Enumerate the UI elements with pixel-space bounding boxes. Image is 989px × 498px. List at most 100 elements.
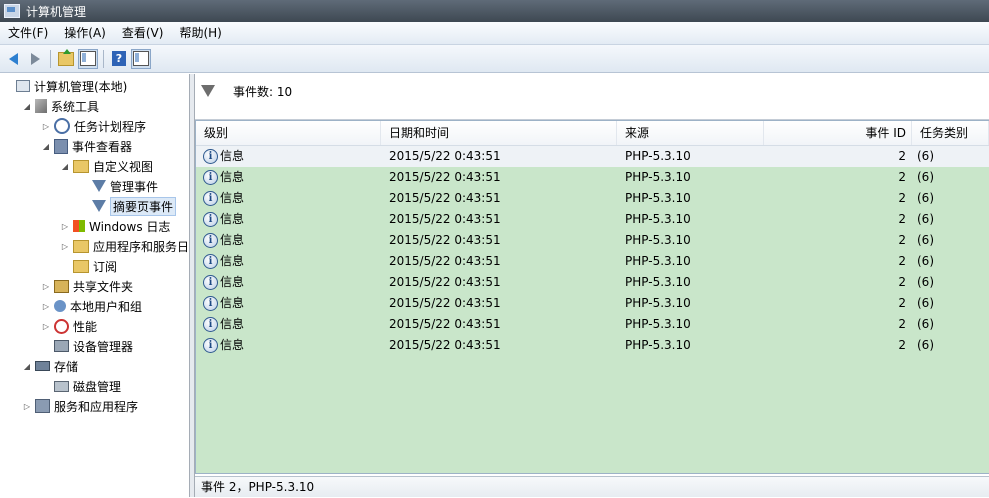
- column-header-level[interactable]: 级别: [196, 121, 381, 145]
- tree-expander-icon[interactable]: ▷: [42, 122, 50, 131]
- cell-event-id: 2: [898, 338, 906, 352]
- table-row[interactable]: i 信息 2015/5/22 0:43:51 PHP-5.3.10 2 (6): [196, 230, 989, 251]
- info-icon: i: [203, 191, 218, 206]
- back-button[interactable]: [3, 49, 23, 69]
- tree-item[interactable]: ◢ 系统工具: [23, 96, 99, 116]
- cell-event-id: 2: [898, 149, 906, 163]
- cell-level: 信息: [220, 338, 245, 352]
- tree-item[interactable]: 设备管理器: [42, 336, 133, 356]
- tree-expander-icon[interactable]: ◢: [23, 362, 31, 371]
- tree-item[interactable]: ▷ 本地用户和组: [42, 296, 142, 316]
- help-button[interactable]: ?: [109, 49, 129, 69]
- tree-item[interactable]: ▷ 服务和应用程序: [23, 396, 138, 416]
- console-tree-icon: [80, 51, 96, 66]
- table-row[interactable]: i 信息 2015/5/22 0:43:51 PHP-5.3.10 2 (6): [196, 335, 989, 356]
- cell-datetime: 2015/5/22 0:43:51: [389, 170, 501, 184]
- cell-source: PHP-5.3.10: [625, 233, 691, 247]
- up-level-button[interactable]: [56, 48, 76, 69]
- cell-datetime: 2015/5/22 0:43:51: [389, 254, 501, 268]
- cell-source: PHP-5.3.10: [625, 254, 691, 268]
- tree-expander-icon[interactable]: ▷: [61, 222, 69, 231]
- tree-item[interactable]: ◢ 自定义视图: [61, 156, 153, 176]
- tree-item[interactable]: ▷ 任务计划程序: [42, 116, 146, 136]
- tree-item[interactable]: 订阅: [61, 256, 117, 276]
- cell-task-category: (6): [917, 317, 934, 331]
- table-row[interactable]: i 信息 2015/5/22 0:43:51 PHP-5.3.10 2 (6): [196, 188, 989, 209]
- cell-datetime: 2015/5/22 0:43:51: [389, 275, 501, 289]
- table-row[interactable]: i 信息 2015/5/22 0:43:51 PHP-5.3.10 2 (6): [196, 314, 989, 335]
- info-icon: i: [203, 170, 218, 185]
- action-pane-icon: [133, 51, 149, 66]
- cell-event-id: 2: [898, 233, 906, 247]
- tree-expander-icon[interactable]: ▷: [61, 242, 69, 251]
- cell-level: 信息: [220, 149, 245, 163]
- tree-expander-icon[interactable]: ▷: [42, 302, 50, 311]
- shared-folder-icon: [54, 279, 69, 293]
- menu-help[interactable]: 帮助(H): [171, 22, 229, 44]
- cell-task-category: (6): [917, 296, 934, 310]
- cell-level: 信息: [220, 296, 245, 310]
- tree-item-label: 计算机管理(本地): [34, 79, 128, 94]
- cell-event-id: 2: [898, 296, 906, 310]
- menu-action[interactable]: 操作(A): [56, 22, 114, 44]
- tree-expander-icon[interactable]: ◢: [23, 102, 31, 111]
- cell-event-id: 2: [898, 212, 906, 226]
- cell-task-category: (6): [917, 275, 934, 289]
- tree-item[interactable]: ▷ 性能: [42, 316, 97, 336]
- info-icon: i: [203, 254, 218, 269]
- cell-datetime: 2015/5/22 0:43:51: [389, 296, 501, 310]
- help-icon: ?: [112, 51, 126, 66]
- tree-item[interactable]: ▷ 应用程序和服务日志: [61, 236, 189, 256]
- event-viewer-icon: [54, 138, 68, 154]
- column-header-datetime[interactable]: 日期和时间: [381, 121, 617, 145]
- performance-icon: [54, 318, 69, 334]
- filter-icon: [92, 200, 106, 212]
- tree-item-label: 自定义视图: [93, 159, 154, 174]
- folder-icon: [73, 259, 89, 273]
- table-row[interactable]: i 信息 2015/5/22 0:43:51 PHP-5.3.10 2 (6): [196, 167, 989, 188]
- tree-item[interactable]: ◢ 事件查看器: [42, 136, 132, 156]
- table-row[interactable]: i 信息 2015/5/22 0:43:51 PHP-5.3.10 2 (6): [196, 293, 989, 314]
- folder-icon: [73, 239, 89, 253]
- tree-expander-icon[interactable]: ◢: [61, 162, 69, 171]
- filter-icon: [201, 85, 215, 97]
- table-row[interactable]: i 信息 2015/5/22 0:43:51 PHP-5.3.10 2 (6): [196, 146, 989, 167]
- forward-arrow-icon: [30, 52, 40, 65]
- tree-item[interactable]: 计算机管理(本地): [4, 76, 127, 96]
- column-header-task-category[interactable]: 任务类别: [912, 121, 989, 145]
- summary-bar: 事件数: 10: [195, 74, 989, 120]
- table-row[interactable]: i 信息 2015/5/22 0:43:51 PHP-5.3.10 2 (6): [196, 209, 989, 230]
- tree-item-label: 系统工具: [51, 99, 100, 114]
- tree-item-label: 管理事件: [110, 179, 159, 194]
- tree-item[interactable]: ▷ 共享文件夹: [42, 276, 133, 296]
- menu-bar: 文件(F) 操作(A) 查看(V) 帮助(H): [0, 22, 989, 45]
- menu-view[interactable]: 查看(V): [114, 22, 172, 44]
- device-manager-icon: [54, 340, 69, 352]
- show-hide-console-tree-button[interactable]: [78, 48, 98, 69]
- show-hide-action-pane-button[interactable]: [131, 48, 151, 69]
- tree-expander-icon[interactable]: ◢: [42, 142, 50, 151]
- tree-item-label: Windows 日志: [89, 219, 171, 234]
- column-header-source[interactable]: 来源: [617, 121, 764, 145]
- tree-item[interactable]: 磁盘管理: [42, 376, 121, 396]
- tree-item[interactable]: ▷ Windows 日志: [61, 216, 170, 236]
- menu-file[interactable]: 文件(F): [0, 22, 56, 44]
- tree-expander-icon[interactable]: ▷: [23, 402, 31, 411]
- cell-datetime: 2015/5/22 0:43:51: [389, 338, 501, 352]
- table-row[interactable]: i 信息 2015/5/22 0:43:51 PHP-5.3.10 2 (6): [196, 272, 989, 293]
- tree-item-label: 服务和应用程序: [54, 399, 139, 414]
- table-row[interactable]: i 信息 2015/5/22 0:43:51 PHP-5.3.10 2 (6): [196, 251, 989, 272]
- tree-item[interactable]: 摘要页事件: [80, 196, 177, 216]
- grid-header: 级别 日期和时间 来源 事件 ID 任务类别: [196, 121, 989, 146]
- tree-item[interactable]: ◢ 存储: [23, 356, 78, 376]
- cell-datetime: 2015/5/22 0:43:51: [389, 317, 501, 331]
- tree-item-label: 事件查看器: [72, 139, 133, 154]
- forward-button[interactable]: [25, 49, 45, 69]
- tree-expander-icon[interactable]: ▷: [42, 282, 50, 291]
- tree-expander-icon[interactable]: ▷: [42, 322, 50, 331]
- cell-task-category: (6): [917, 233, 934, 247]
- filter-icon: [92, 180, 106, 192]
- column-header-event-id[interactable]: 事件 ID: [764, 121, 912, 145]
- computer-management-icon: [4, 4, 20, 18]
- tree-item[interactable]: 管理事件: [80, 176, 158, 196]
